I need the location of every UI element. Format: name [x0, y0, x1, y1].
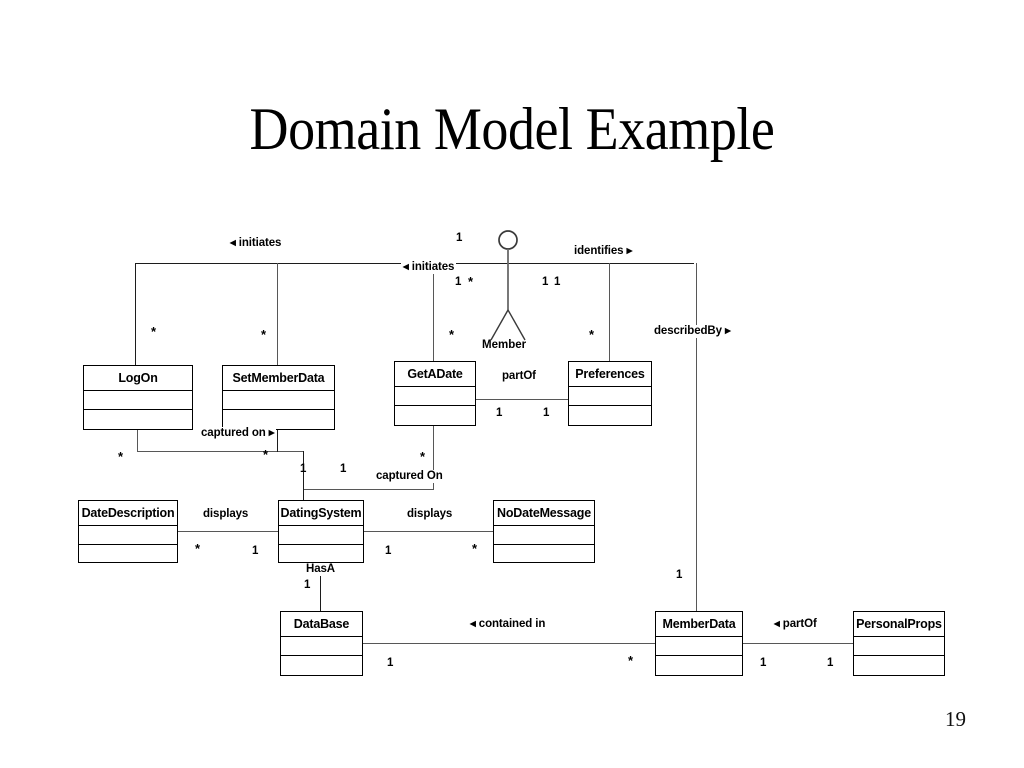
uml-class-personalprops[interactable]: PersonalProps [853, 611, 945, 676]
multiplicity-m-dating-dd-one: 1 [252, 545, 259, 557]
connector-datingsystem-top [303, 451, 305, 501]
multiplicity-m-prefs-top-a: 1 [542, 276, 549, 288]
uml-class-attributes [84, 391, 192, 410]
association-label-displays-left: displays [201, 508, 251, 521]
connector-logon-across [137, 451, 304, 453]
uml-class-attributes [656, 637, 742, 656]
uml-class-operations [854, 656, 944, 675]
connector-setmemberdata-riser [277, 263, 279, 366]
connector-logon-down [137, 430, 139, 452]
multiplicity-m-dating-nd-one: 1 [385, 545, 392, 557]
association-label-partof-personalprops: ◂ partOf [772, 618, 819, 631]
uml-class-attributes [281, 637, 362, 656]
uml-class-name: DatingSystem [279, 501, 363, 526]
uml-class-datingsystem[interactable]: DatingSystem [278, 500, 364, 563]
multiplicity-m-dating-right-one: 1 [340, 463, 347, 475]
uml-class-operations [395, 406, 475, 425]
uml-class-name: Preferences [569, 362, 651, 387]
uml-class-memberdata[interactable]: MemberData [655, 611, 743, 676]
slide-canvas: Domain Model Example LogOn SetMemberData… [0, 0, 1024, 768]
connector-getadate-preferences [476, 399, 569, 401]
connector-datedescription-datingsystem [178, 531, 279, 533]
multiplicity-m-setmember-bot-star: * [263, 447, 269, 462]
association-label-initiates-logon: ◂ initiates [228, 237, 284, 250]
multiplicity-m-getadate-top: 1 [455, 276, 462, 288]
uml-class-name: PersonalProps [854, 612, 944, 637]
multiplicity-m-logon-bot-star: * [118, 449, 124, 464]
association-label-displays-right: displays [405, 508, 455, 521]
uml-class-attributes [854, 637, 944, 656]
multiplicity-m-dating-left-one: 1 [300, 463, 307, 475]
uml-class-attributes [395, 387, 475, 406]
uml-class-name: GetADate [395, 362, 475, 387]
uml-class-attributes [79, 526, 177, 545]
uml-class-name: SetMemberData [223, 366, 334, 391]
uml-class-name: LogOn [84, 366, 192, 391]
association-label-hasa: HasA [304, 563, 338, 576]
uml-class-name: DateDescription [79, 501, 177, 526]
connector-setmemberdata-down [277, 430, 279, 452]
connector-datingsystem-nodatemessage [364, 531, 494, 533]
page-number: 19 [945, 707, 966, 731]
multiplicity-m-memberdata-star: * [628, 653, 634, 668]
uml-class-operations [656, 656, 742, 675]
actor-member-label: Member [482, 339, 527, 351]
multiplicity-m-prefs-partof: 1 [543, 407, 550, 419]
connector-preferences-riser [609, 263, 611, 362]
uml-class-logon[interactable]: LogOn [83, 365, 193, 430]
multiplicity-m-member-top: 1 [456, 232, 463, 244]
uml-class-name: NoDateMessage [494, 501, 594, 526]
multiplicity-m-setmember-star: * [261, 327, 267, 342]
association-label-initiates-getadate: ◂ initiates [401, 261, 457, 274]
multiplicity-m-prefs-top-b: 1 [554, 276, 561, 288]
uml-class-operations [79, 545, 177, 564]
uml-class-attributes [279, 526, 363, 545]
connector-logon-riser [135, 263, 137, 366]
uml-class-attributes [569, 387, 651, 406]
uml-domain-model-diagram: LogOn SetMemberData GetADate Preferences Dat… [0, 0, 1024, 768]
multiplicity-m-memberdata-one: 1 [760, 657, 767, 669]
multiplicity-m-datedesc-star: * [195, 541, 201, 556]
multiplicity-m-getadate-star: * [449, 327, 455, 342]
connector-database-memberdata [363, 643, 656, 645]
uml-class-attributes [223, 391, 334, 410]
uml-class-database[interactable]: DataBase [280, 611, 363, 676]
connector-getadate-across [304, 489, 434, 491]
association-label-captured-on-set: captured on ▸ [199, 427, 277, 440]
connector-memberdata-riser [696, 263, 698, 612]
uml-class-operations [569, 406, 651, 425]
association-label-partof-preferences: partOf [500, 370, 538, 383]
uml-class-name: DataBase [281, 612, 362, 637]
association-label-describedby: describedBy ▸ [652, 325, 733, 338]
multiplicity-m-getadate-partof: 1 [496, 407, 503, 419]
uml-class-datedescription[interactable]: DateDescription [78, 500, 178, 563]
multiplicity-m-database-one: 1 [387, 657, 394, 669]
uml-class-name: MemberData [656, 612, 742, 637]
association-label-contained-in: ◂ contained in [468, 618, 548, 631]
multiplicity-m-personalprops-one: 1 [827, 657, 834, 669]
association-label-identifies: identifies ▸ [572, 245, 635, 258]
multiplicity-m-getadate-top-star: * [468, 274, 474, 289]
multiplicity-m-nodate-star: * [472, 541, 478, 556]
multiplicity-m-memberdata-right: 1 [676, 569, 683, 581]
uml-class-operations [281, 656, 362, 675]
uml-class-operations [84, 410, 192, 429]
uml-class-preferences[interactable]: Preferences [568, 361, 652, 426]
uml-class-operations [279, 545, 363, 564]
uml-class-attributes [494, 526, 594, 545]
multiplicity-m-hasa-one: 1 [304, 579, 311, 591]
actor-member-icon [490, 230, 526, 341]
multiplicity-m-logon-star: * [151, 324, 157, 339]
connector-memberdata-personalprops [743, 643, 854, 645]
uml-class-operations [494, 545, 594, 564]
connector-getadate-riser [433, 263, 435, 362]
uml-class-nodatemessage[interactable]: NoDateMessage [493, 500, 595, 563]
multiplicity-m-getadate-bot-star: * [420, 449, 426, 464]
uml-class-setmemberdata[interactable]: SetMemberData [222, 365, 335, 430]
uml-class-getadate[interactable]: GetADate [394, 361, 476, 426]
association-label-captured-on-date: captured On [374, 470, 445, 483]
multiplicity-m-prefs-star: * [589, 327, 595, 342]
